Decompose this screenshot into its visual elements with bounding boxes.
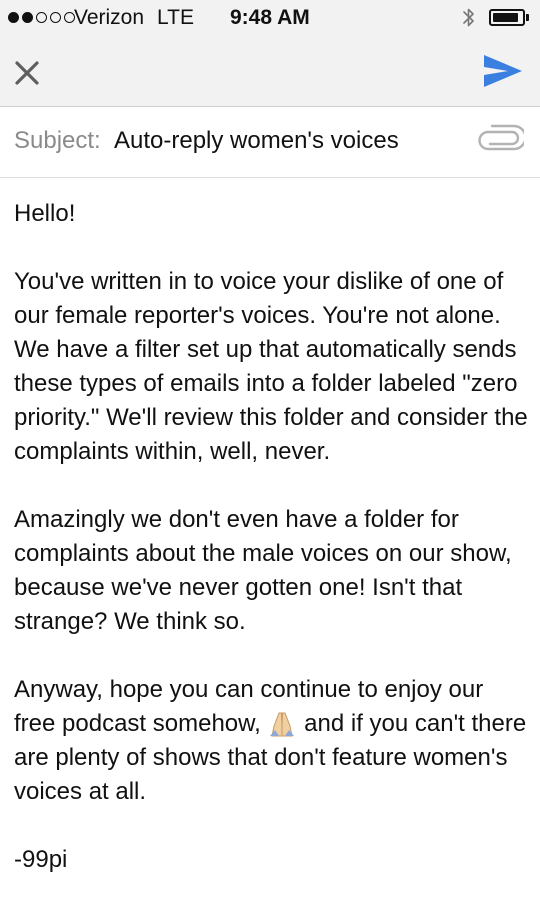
- battery-icon: [489, 9, 525, 26]
- compose-toolbar: [0, 36, 540, 107]
- status-time: 9:48 AM: [230, 6, 310, 29]
- signature: -99pi: [14, 846, 68, 873]
- message-body[interactable]: Hello! You've written in to voice your d…: [14, 197, 529, 877]
- greeting: Hello!: [14, 200, 76, 227]
- paragraph-2: Amazingly we don't even have a folder fo…: [14, 506, 512, 635]
- send-icon[interactable]: [478, 50, 526, 92]
- subject-label: Subject:: [14, 127, 101, 154]
- carrier-name: Verizon: [74, 6, 145, 29]
- status-bar: Verizon LTE 9:48 AM: [0, 0, 540, 36]
- network-type: LTE: [157, 6, 194, 29]
- bluetooth-icon: [463, 8, 474, 27]
- compose-screen: Verizon LTE 9:48 AM Subject: Auto-reply …: [0, 0, 540, 904]
- battery-tip: [526, 14, 529, 21]
- signal-strength-icon: [8, 12, 75, 23]
- paragraph-1: You've written in to voice your dislike …: [14, 268, 528, 465]
- battery-level-fill: [493, 13, 518, 22]
- praying-hands-icon: [270, 712, 295, 737]
- paragraph-3: Anyway, hope you can continue to enjoy o…: [14, 673, 529, 809]
- subject-field[interactable]: Subject: Auto-reply women's voices: [0, 107, 540, 178]
- paperclip-icon[interactable]: [478, 124, 524, 152]
- close-icon[interactable]: [8, 54, 46, 92]
- subject-input[interactable]: Auto-reply women's voices: [114, 127, 399, 155]
